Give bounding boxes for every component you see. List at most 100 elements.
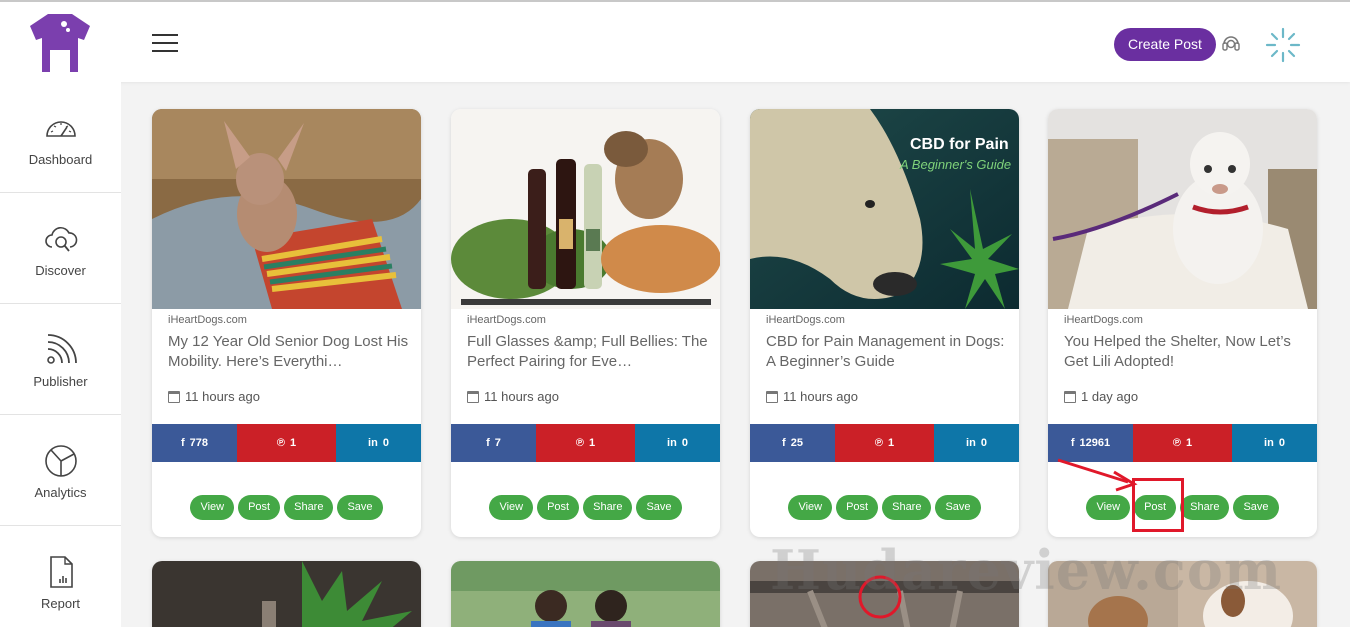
card-timestamp: 11 hours ago xyxy=(766,389,858,404)
share-button[interactable]: Share xyxy=(583,495,633,520)
linkedin-icon: in xyxy=(1264,437,1274,449)
facebook-count: 7 xyxy=(494,437,501,449)
card-title[interactable]: You Helped the Shelter, Now Let’s Get Li… xyxy=(1064,332,1314,372)
share-button[interactable]: Share xyxy=(1180,495,1230,520)
linkedin-stat: in 0 xyxy=(336,424,421,462)
calendar-icon xyxy=(1064,390,1076,403)
cloud-search-icon xyxy=(44,227,77,252)
save-button[interactable]: Save xyxy=(935,495,981,520)
card-timestamp: 11 hours ago xyxy=(168,389,260,404)
facebook-count: 778 xyxy=(189,437,209,449)
linkedin-count: 0 xyxy=(980,437,987,449)
thumb-title: CBD for Pain xyxy=(910,136,1009,153)
facebook-count: 12961 xyxy=(1079,437,1111,449)
red-arrow-annotation xyxy=(1057,458,1138,492)
facebook-count: 25 xyxy=(790,437,803,449)
save-button[interactable]: Save xyxy=(1233,495,1279,520)
card-image[interactable] xyxy=(152,109,421,309)
top-header: Create Post xyxy=(0,0,1350,82)
facebook-stat: f7 xyxy=(451,424,536,462)
card-timestamp: 1 day ago xyxy=(1064,389,1138,404)
card-title[interactable]: My 12 Year Old Senior Dog Lost His Mobil… xyxy=(168,332,418,372)
card-timestamp: 11 hours ago xyxy=(467,389,559,404)
social-stats: f7 ℗ 1 in 0 xyxy=(451,424,720,462)
linkedin-icon: in xyxy=(667,437,677,449)
sidebar-item-analytics[interactable]: Analytics xyxy=(0,415,121,526)
facebook-stat: f 25 xyxy=(750,424,835,462)
sidebar-item-label: Discover xyxy=(35,263,86,278)
highlight-box-annotation xyxy=(1132,478,1184,532)
content-card xyxy=(451,561,720,627)
card-time-text: 11 hours ago xyxy=(783,389,858,404)
view-button[interactable]: View xyxy=(190,495,235,520)
card-source: iHeartDogs.com xyxy=(1064,314,1143,326)
linkedin-stat: in 0 xyxy=(635,424,720,462)
sidebar-item-publisher[interactable]: Publisher xyxy=(0,304,121,415)
sidebar-item-label: Dashboard xyxy=(28,152,93,167)
sidebar-item-label: Publisher xyxy=(33,374,88,389)
sidebar-item-label: Report xyxy=(40,596,81,611)
pinterest-count: 1 xyxy=(1185,437,1193,449)
card-image[interactable]: CBD for Pain A Beginner's Guide xyxy=(750,109,1019,309)
social-stats: f 778 ℗ 1 in 0 xyxy=(152,424,421,462)
hamburger-menu-icon[interactable] xyxy=(152,34,178,54)
save-button[interactable]: Save xyxy=(636,495,682,520)
tshirt-logo-icon[interactable] xyxy=(28,12,92,74)
calendar-icon xyxy=(467,390,479,403)
facebook-icon: f xyxy=(782,437,786,449)
pinterest-icon: ℗ xyxy=(1172,437,1181,449)
social-stats: f 25 ℗ 1 in 0 xyxy=(750,424,1019,462)
card-image[interactable] xyxy=(152,561,421,627)
content-card: iHeartDogs.com Full Glasses &amp; Full B… xyxy=(451,109,720,537)
create-post-button[interactable]: Create Post xyxy=(1114,28,1216,61)
card-actions: View Post Share Save xyxy=(152,495,421,520)
sidebar-item-dashboard[interactable]: Dashboard xyxy=(0,82,121,193)
pinterest-stat: ℗ 1 xyxy=(536,424,635,462)
linkedin-count: 0 xyxy=(382,437,389,449)
headset-support-icon[interactable] xyxy=(1220,32,1242,56)
pinterest-icon: ℗ xyxy=(575,437,584,449)
share-button[interactable]: Share xyxy=(882,495,932,520)
linkedin-icon: in xyxy=(966,437,976,449)
card-title[interactable]: Full Glasses &amp; Full Bellies: The Per… xyxy=(467,332,717,372)
view-button[interactable]: View xyxy=(489,495,534,520)
card-source: iHeartDogs.com xyxy=(168,314,247,326)
rss-icon xyxy=(46,334,77,364)
content-card xyxy=(152,561,421,627)
card-time-text: 1 day ago xyxy=(1081,389,1139,404)
pinterest-count: 1 xyxy=(588,437,596,449)
sidebar-item-label: Analytics xyxy=(34,485,87,500)
pinterest-icon: ℗ xyxy=(276,437,285,449)
card-image[interactable] xyxy=(451,561,720,627)
save-button[interactable]: Save xyxy=(337,495,383,520)
post-button[interactable]: Post xyxy=(836,495,879,520)
view-button[interactable]: View xyxy=(1086,495,1131,520)
content-card: CBD for Pain A Beginner's Guide iHeartDo… xyxy=(750,109,1019,537)
sidebar-item-report[interactable]: Report xyxy=(0,526,121,627)
calendar-icon xyxy=(766,390,778,403)
pinterest-count: 1 xyxy=(289,437,297,449)
user-avatar-icon[interactable] xyxy=(1264,26,1302,64)
facebook-icon: f xyxy=(180,437,185,449)
card-actions: View Post Share Save xyxy=(750,495,1019,520)
card-image[interactable] xyxy=(451,109,720,309)
facebook-stat: f 778 xyxy=(152,424,237,462)
card-source: iHeartDogs.com xyxy=(766,314,845,326)
content-card: iHeartDogs.com My 12 Year Old Senior Dog… xyxy=(152,109,421,537)
share-button[interactable]: Share xyxy=(284,495,334,520)
card-title[interactable]: CBD for Pain Management in Dogs: A Begin… xyxy=(766,332,1016,372)
sidebar: Dashboard Discover Publisher Analytics R… xyxy=(0,82,121,627)
pinterest-count: 1 xyxy=(887,437,895,449)
linkedin-stat: in 0 xyxy=(1232,424,1317,462)
linkedin-count: 0 xyxy=(681,437,688,449)
pinterest-stat: ℗ 1 xyxy=(835,424,934,462)
post-button[interactable]: Post xyxy=(537,495,580,520)
view-button[interactable]: View xyxy=(788,495,833,520)
pinterest-stat: ℗ 1 xyxy=(1133,424,1232,462)
watermark: Hudareview.com xyxy=(770,538,1282,602)
sidebar-item-discover[interactable]: Discover xyxy=(0,193,121,304)
card-source: iHeartDogs.com xyxy=(467,314,546,326)
card-image[interactable] xyxy=(1048,109,1317,309)
post-button[interactable]: Post xyxy=(238,495,281,520)
linkedin-count: 0 xyxy=(1278,437,1285,449)
